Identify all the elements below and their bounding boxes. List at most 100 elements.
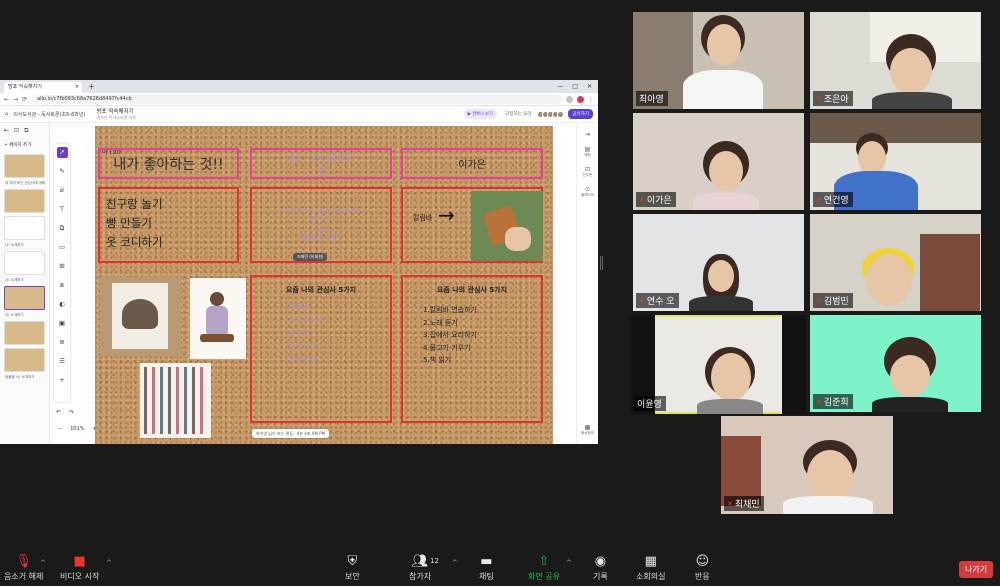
video-panel-button[interactable]: ▦ 화상회의: [577, 424, 598, 436]
clothes-image[interactable]: [140, 363, 211, 438]
illustration-image[interactable]: [100, 277, 181, 356]
eraser-tool-icon[interactable]: ⌀: [57, 185, 68, 196]
extension-icon[interactable]: [566, 95, 573, 103]
redo-icon[interactable]: ↷: [69, 409, 74, 416]
shield-icon: ⛨: [347, 554, 358, 569]
interests-box-faded[interactable]: 요즘 나의 관심사 5가지 운동하기 가수 노래 듣기 요리하기 피아노 치기 …: [250, 275, 392, 423]
title-text-3: 이가은: [458, 160, 486, 171]
page-thumbnail[interactable]: [4, 348, 45, 372]
reload-icon[interactable]: ⟳: [22, 96, 27, 103]
record-button[interactable]: 고정하는 요리: [501, 109, 535, 119]
security-button[interactable]: ⛨ 보안: [345, 554, 360, 582]
title-box-1[interactable]: 내가 좋아하는 것!!: [98, 148, 239, 179]
participants-options-caret[interactable]: ^: [452, 559, 458, 567]
close-window-icon[interactable]: ✕: [587, 83, 592, 90]
interests-box[interactable]: 요즘 나의 관심사 5가지 1.칼림바 연습하기 2.노래 듣기 3.집에서 요…: [401, 275, 543, 423]
cursor-name-tooltip: 조재민 (비회원): [293, 253, 328, 261]
page-thumbnail[interactable]: [4, 321, 45, 345]
maximize-icon[interactable]: □: [572, 83, 578, 90]
figure-shape: [122, 299, 158, 329]
collapse-panel-icon[interactable]: ⇤: [4, 127, 9, 135]
home-icon[interactable]: ⌂: [5, 111, 8, 117]
frame-tool-icon[interactable]: ⧈: [57, 280, 68, 291]
reactions-button[interactable]: ☺ 반응: [695, 554, 710, 582]
kalimba-photo[interactable]: [471, 191, 543, 261]
share-screen-button[interactable]: ⇧ 화면 공유: [528, 554, 560, 582]
video-tile[interactable]: ✕ 이가은: [633, 113, 804, 210]
page-thumbnail[interactable]: [4, 251, 45, 275]
zoom-level[interactable]: 101%: [70, 426, 84, 432]
participants-button[interactable]: 👥︎ 참가자: [409, 554, 431, 582]
record-button[interactable]: ◉ 기록: [593, 554, 608, 582]
progress-panel-button[interactable]: ⊡ 진도판: [577, 166, 598, 178]
undo-icon[interactable]: ↶: [56, 409, 61, 416]
person-face: [709, 151, 743, 191]
zoom-controls: − 101% +: [58, 426, 97, 432]
header-actions: ▶ 캔버스보기 고정하는 요리 공유하기: [463, 109, 593, 119]
color-tool-icon[interactable]: ◐: [57, 299, 68, 310]
forward-icon[interactable]: →: [13, 96, 18, 103]
video-tile[interactable]: ✕ 연수 오: [633, 214, 804, 311]
embed-tool-icon[interactable]: ⊕: [57, 337, 68, 348]
hobby-list-box[interactable]: 친구랑 놀기 빵 만들기 옷 코디하기: [98, 187, 239, 263]
chat-panel-button[interactable]: ▤ 채팅: [577, 146, 598, 158]
zoom-out-button[interactable]: −: [58, 426, 62, 432]
interests-list: 1.칼림바 연습하기 2.노래 듣기 3.집에서 요리하기 4.물고기 키우기 …: [403, 304, 541, 367]
select-tool-icon[interactable]: ➚: [56, 147, 68, 158]
shape-tool-icon[interactable]: ▭: [57, 242, 68, 253]
list-tool-icon[interactable]: ☰: [57, 356, 68, 367]
video-tile-active-speaker[interactable]: 이윤영: [631, 315, 806, 414]
video-tile[interactable]: ✕ 조은아: [810, 12, 981, 109]
title-box-3[interactable]: 이가은: [401, 148, 543, 179]
video-options-caret[interactable]: ^: [106, 559, 112, 567]
page-thumbnail[interactable]: [4, 154, 45, 178]
video-tile[interactable]: ✕ 김준희: [810, 315, 981, 412]
video-tile[interactable]: 최아영: [633, 12, 804, 109]
leave-button[interactable]: 나가기: [959, 561, 994, 578]
url-field[interactable]: allo.io/c7fb093c68a7626d8497fc44cb: [31, 94, 562, 104]
page-thumbnail[interactable]: [4, 216, 45, 240]
share-options-caret[interactable]: ^: [566, 559, 572, 567]
kalimba-box[interactable]: 칼림바 →: [401, 187, 543, 263]
video-tile[interactable]: ✕ 연건영: [810, 113, 981, 210]
person-face: [858, 141, 886, 175]
share-board-button[interactable]: 공유하기: [568, 109, 593, 119]
start-video-button[interactable]: ■ 비디오 시작: [60, 554, 99, 582]
view-icon[interactable]: ⊡: [14, 127, 19, 135]
video-tile[interactable]: ✕ 최채민: [721, 416, 893, 514]
player-panel-button[interactable]: ⊙ 플레이어: [577, 186, 598, 198]
sticky-tool-icon[interactable]: ⧉: [57, 223, 68, 234]
pen-tool-icon[interactable]: ✎: [57, 166, 68, 177]
split-handle[interactable]: [600, 256, 603, 270]
profile-icon[interactable]: [577, 95, 584, 103]
copy-icon[interactable]: ⧉: [24, 127, 28, 135]
expand-panel-button[interactable]: ⇥: [577, 131, 598, 138]
minimize-icon[interactable]: —: [557, 83, 563, 90]
text-tool-icon[interactable]: T: [57, 204, 68, 215]
video-tile[interactable]: ✕ 김범민: [810, 214, 981, 311]
chat-label: 채팅: [584, 153, 591, 157]
media-tool-icon[interactable]: ▣: [57, 318, 68, 329]
cooking-illustration[interactable]: [190, 278, 246, 359]
new-tab-button[interactable]: +: [88, 82, 95, 91]
add-page-button[interactable]: + 페이지 추가: [0, 139, 49, 151]
browser-tab[interactable]: 방포 익숙해지기 ×: [4, 82, 82, 93]
unmute-button[interactable]: 🎙︎ 음소거 해제: [4, 554, 43, 582]
breadcrumb[interactable]: 이사도서관 - 독서토론(초5-6학년): [13, 111, 85, 118]
breakout-rooms-button[interactable]: ▦ 소회의실: [636, 554, 665, 582]
chat-label: 채팅: [479, 572, 494, 581]
drawing-toolbar: ➚ ✎ ⌀ T ⧉ ▭ ⊞ ⧈ ◐ ▣ ⊕ ☰ +: [54, 144, 70, 402]
audio-options-caret[interactable]: ^: [40, 559, 46, 567]
video-off-icon: ■: [73, 554, 86, 569]
tab-close-icon[interactable]: ×: [75, 82, 79, 93]
page-thumbnail-selected[interactable]: [4, 286, 45, 310]
faded-list-box[interactable]: 음악 듣기 하는 노래가나 악기를 보는 문화재 보기 책 읽기 이벤트 하기: [250, 187, 392, 263]
chat-button[interactable]: ▬ 채팅: [479, 554, 494, 582]
present-button[interactable]: ▶ 캔버스보기: [463, 109, 498, 119]
page-thumbnail[interactable]: [4, 189, 45, 213]
more-tools-icon[interactable]: +: [57, 375, 68, 386]
menu-icon[interactable]: ⋮: [588, 96, 594, 103]
back-icon[interactable]: ←: [4, 96, 9, 103]
table-tool-icon[interactable]: ⊞: [57, 261, 68, 272]
title-box-2[interactable]: 한인 · 나의 좋아하는 것: [250, 148, 392, 179]
